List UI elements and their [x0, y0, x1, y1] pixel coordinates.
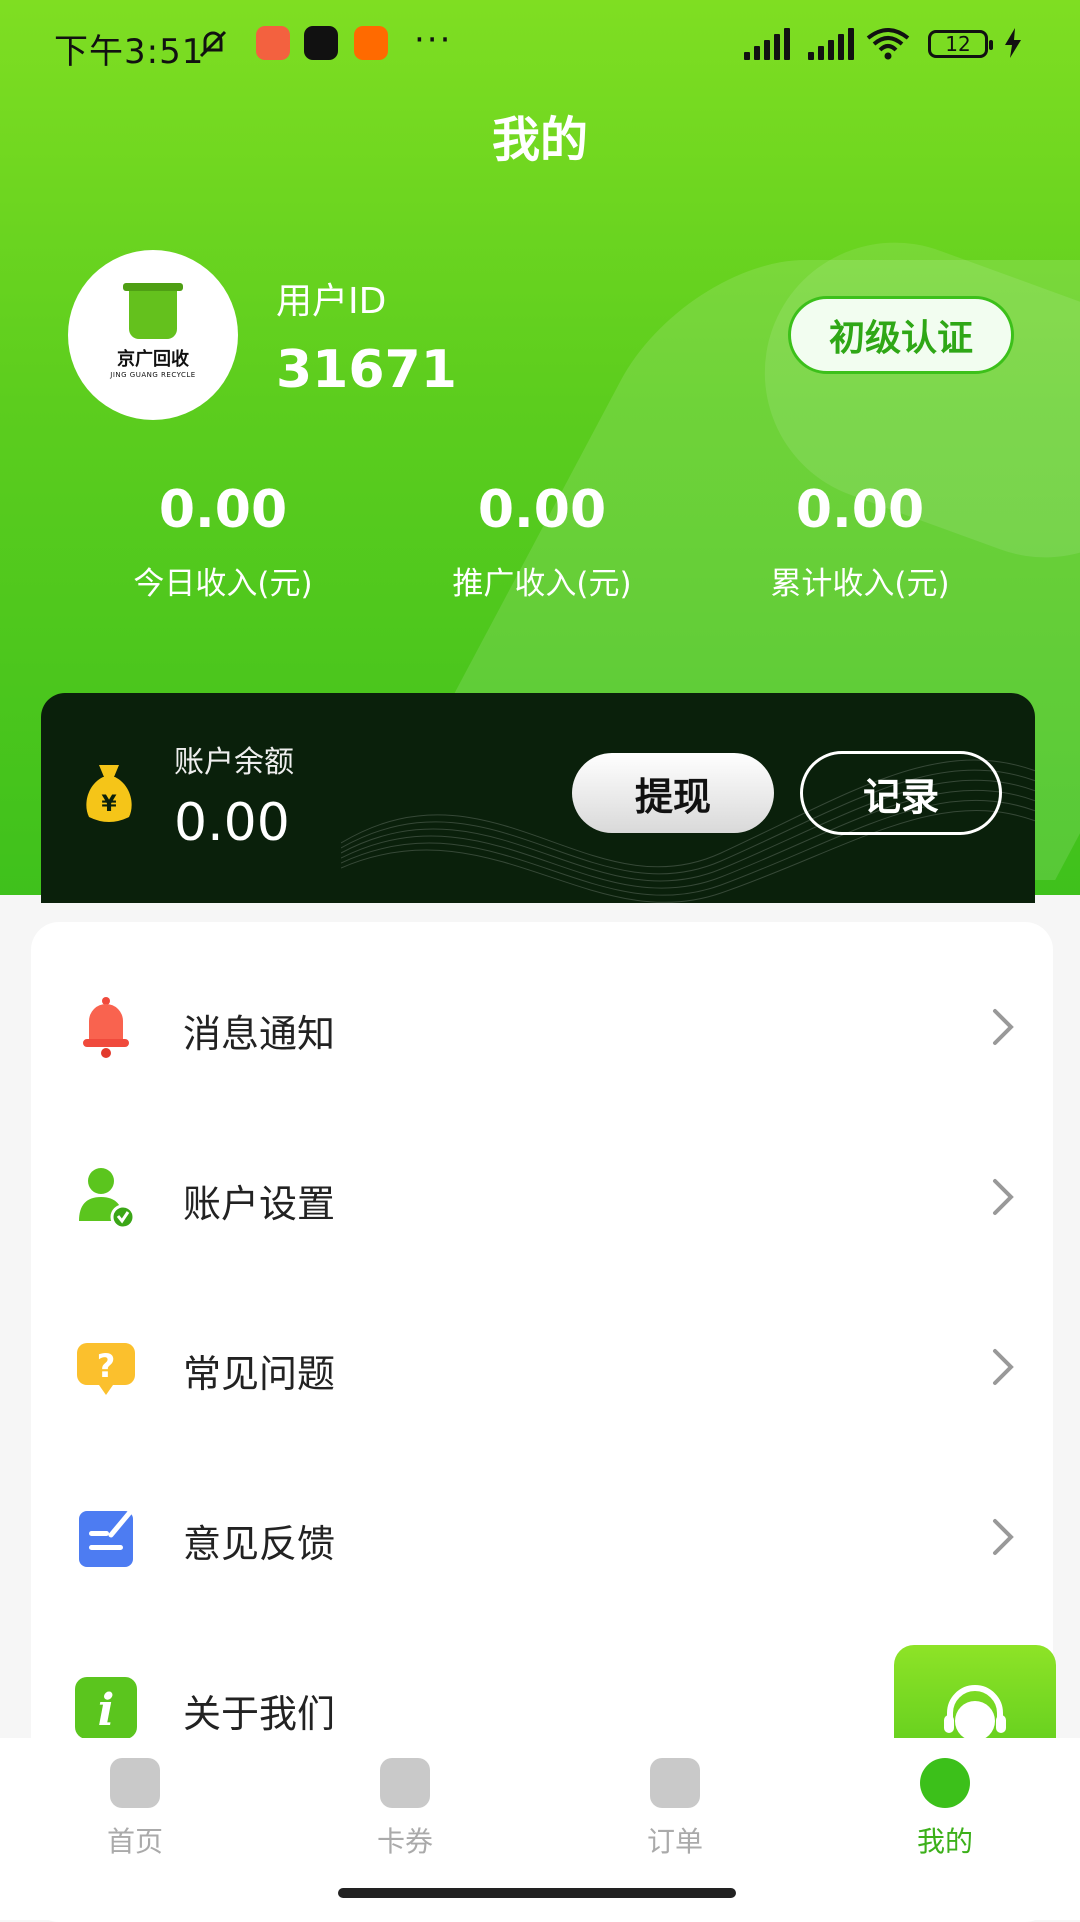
logo-subtitle: JING GUANG RECYCLE	[110, 371, 196, 379]
menu-item-feedback[interactable]: 意见反馈	[31, 1477, 1053, 1597]
stat-label: 累计收入(元)	[770, 566, 950, 602]
tab-orders[interactable]: 订单	[595, 1758, 755, 1860]
tab-label: 我的	[916, 1825, 973, 1858]
home-icon	[110, 1758, 160, 1808]
recycle-bin-logo-icon	[123, 283, 183, 339]
balance-value: 0.00	[174, 793, 290, 853]
tab-label: 订单	[646, 1825, 703, 1858]
bell-icon	[83, 997, 129, 1058]
stat-total-income: 0.00 累计收入(元)	[710, 480, 1010, 603]
chevron-right-icon	[993, 1009, 1014, 1045]
tab-label: 卡券	[376, 1825, 433, 1858]
tab-label: 首页	[106, 1825, 163, 1858]
user-id-value: 31671	[276, 340, 457, 400]
mi-icon	[354, 26, 388, 60]
battery-icon: 12	[928, 30, 993, 58]
tab-home[interactable]: 首页	[55, 1758, 215, 1860]
svg-text:?: ?	[97, 1347, 116, 1385]
more-notifications-icon: ···	[414, 20, 453, 60]
tab-mine[interactable]: 我的	[865, 1758, 1025, 1860]
menu-item-notifications[interactable]: 消息通知	[31, 967, 1053, 1087]
stat-label: 今日收入(元)	[133, 566, 313, 602]
menu-item-account-settings[interactable]: 账户设置	[31, 1137, 1053, 1257]
signal-icon	[744, 28, 790, 60]
logo-name: 京广回收	[117, 349, 189, 370]
home-indicator	[338, 1888, 736, 1898]
chevron-right-icon	[993, 1179, 1014, 1215]
balance-label: 账户余额	[174, 745, 294, 780]
stat-today-income: 0.00 今日收入(元)	[73, 480, 373, 603]
charging-icon	[1005, 28, 1021, 58]
stat-value: 0.00	[477, 480, 607, 540]
balance-card: ¥ 账户余额 0.00 提现 记录	[41, 693, 1035, 903]
page-title: 我的	[491, 112, 588, 168]
stat-promotion-income: 0.00 推广收入(元)	[392, 480, 692, 603]
menu-item-label: 账户设置	[183, 1182, 336, 1226]
feedback-icon	[79, 1508, 134, 1567]
menu-item-label: 消息通知	[183, 1012, 336, 1056]
menu-item-label: 意见反馈	[183, 1522, 336, 1566]
order-icon	[650, 1758, 700, 1808]
stat-value: 0.00	[158, 480, 288, 540]
menu-item-label: 关于我们	[183, 1692, 336, 1736]
svg-text:¥: ¥	[101, 792, 117, 817]
status-bar: 下午3:51 ··· 12	[0, 0, 1080, 90]
ticket-icon	[380, 1758, 430, 1808]
tab-coupons[interactable]: 卡券	[325, 1758, 485, 1860]
record-button[interactable]: 记录	[800, 751, 1002, 835]
chevron-right-icon	[993, 1519, 1014, 1555]
stat-label: 推广收入(元)	[452, 566, 632, 602]
menu-item-faq[interactable]: ? 常见问题	[31, 1307, 1053, 1427]
stat-value: 0.00	[795, 480, 925, 540]
signal-icon	[808, 28, 854, 60]
user-id-label: 用户ID	[276, 281, 387, 322]
user-settings-icon	[79, 1168, 136, 1229]
tiktok-icon	[304, 26, 338, 60]
app-notification-icon	[256, 26, 290, 60]
wifi-icon	[866, 28, 910, 60]
avatar[interactable]: 京广回收 JING GUANG RECYCLE	[68, 250, 238, 420]
mute-icon	[199, 30, 227, 58]
info-icon: i	[75, 1677, 137, 1739]
svg-text:i: i	[98, 1685, 115, 1736]
withdraw-button[interactable]: 提现	[572, 753, 774, 833]
money-bag-icon: ¥	[86, 765, 132, 822]
certification-button[interactable]: 初级认证	[788, 296, 1014, 374]
status-time: 下午3:51	[54, 32, 205, 72]
profile-icon	[920, 1758, 970, 1808]
headset-icon	[944, 1685, 1006, 1741]
chevron-right-icon	[993, 1349, 1014, 1385]
menu-item-label: 常见问题	[183, 1352, 336, 1396]
question-icon: ?	[77, 1343, 135, 1395]
